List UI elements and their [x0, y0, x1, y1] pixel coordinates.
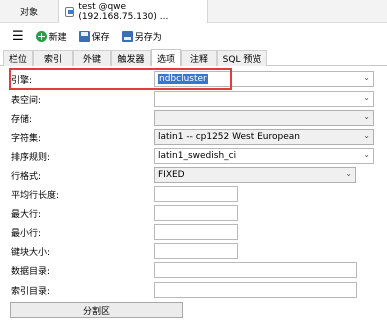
- row-format-select[interactable]: FIXED ⌄: [154, 167, 356, 183]
- table-icon: [65, 6, 75, 17]
- charset-value: latin1 -- cp1252 West European: [158, 132, 300, 142]
- max-rows-label: 最大行:: [11, 209, 42, 220]
- save-as-icon: [121, 31, 133, 42]
- hamburger-menu-icon: ☰: [12, 29, 24, 44]
- tab-sql-preview[interactable]: SQL 预览: [217, 50, 267, 66]
- collation-select[interactable]: latin1_swedish_ci ⌄: [154, 148, 374, 164]
- tab-objects[interactable]: 对象: [0, 0, 58, 23]
- data-directory-input[interactable]: [154, 262, 357, 278]
- tab-fields[interactable]: 栏位: [3, 50, 33, 66]
- tablespace-select[interactable]: ⌄: [154, 91, 374, 107]
- tab-triggers[interactable]: 触发器: [111, 50, 151, 66]
- avg-row-length-input[interactable]: [154, 186, 238, 202]
- tab-connection-label: test @qwe (192.168.75.130) ...: [78, 1, 169, 22]
- save-as-button[interactable]: 另存为: [120, 27, 164, 47]
- row-format-value: FIXED: [158, 170, 185, 180]
- chevron-down-icon: ⌄: [363, 73, 370, 82]
- partition-button-label: 分割区: [82, 306, 110, 317]
- max-rows-input[interactable]: [154, 205, 238, 221]
- data-directory-label: 数据目录:: [11, 266, 51, 277]
- new-button[interactable]: 新建: [34, 27, 69, 47]
- new-label: 新建: [48, 33, 67, 43]
- save-button[interactable]: 保存: [77, 27, 112, 47]
- partition-button[interactable]: 分割区: [10, 302, 183, 318]
- tab-options[interactable]: 选项: [151, 49, 181, 66]
- chevron-down-icon: ⌄: [363, 150, 370, 159]
- charset-label: 字符集:: [11, 133, 42, 144]
- collation-label: 排序规则:: [11, 152, 51, 163]
- storage-select[interactable]: ⌄: [154, 110, 374, 126]
- save-icon: [78, 31, 90, 42]
- save-as-label: 另存为: [134, 33, 162, 43]
- min-rows-label: 最小行:: [11, 228, 42, 239]
- index-directory-input[interactable]: [154, 282, 357, 298]
- row-format-label: 行格式:: [11, 171, 42, 182]
- min-rows-input[interactable]: [154, 224, 238, 240]
- tab-connection[interactable]: test @qwe (192.168.75.130) ...: [58, 0, 208, 23]
- chevron-down-icon: ⌄: [345, 169, 352, 178]
- index-directory-label: 索引目录:: [11, 286, 51, 297]
- toolbar: ☰ 新建 保存 另存为: [0, 24, 387, 49]
- plus-circle-icon: [35, 31, 47, 42]
- tab-objects-label: 对象: [19, 8, 38, 18]
- avg-row-length-label: 平均行长度:: [11, 190, 60, 201]
- menu-button[interactable]: ☰: [10, 27, 26, 47]
- chevron-down-icon: ⌄: [363, 131, 370, 140]
- key-block-size-input[interactable]: [154, 243, 238, 259]
- storage-label: 存储:: [11, 114, 33, 125]
- key-block-size-label: 键块大小:: [11, 247, 51, 258]
- chevron-down-icon: ⌄: [363, 93, 370, 102]
- chevron-down-icon: ⌄: [363, 112, 370, 121]
- collation-value: latin1_swedish_ci: [158, 151, 237, 161]
- tab-comment[interactable]: 注释: [181, 50, 217, 66]
- designer-tabs: 栏位 索引 外键 触发器 选项 注释 SQL 预览: [0, 49, 387, 66]
- charset-select[interactable]: latin1 -- cp1252 West European ⌄: [154, 129, 374, 145]
- tablespace-label: 表空间:: [11, 95, 42, 106]
- tab-indexes[interactable]: 索引: [33, 50, 73, 66]
- tab-foreign-keys[interactable]: 外键: [73, 50, 111, 66]
- save-label: 保存: [91, 33, 110, 43]
- engine-highlight-box: [9, 68, 232, 90]
